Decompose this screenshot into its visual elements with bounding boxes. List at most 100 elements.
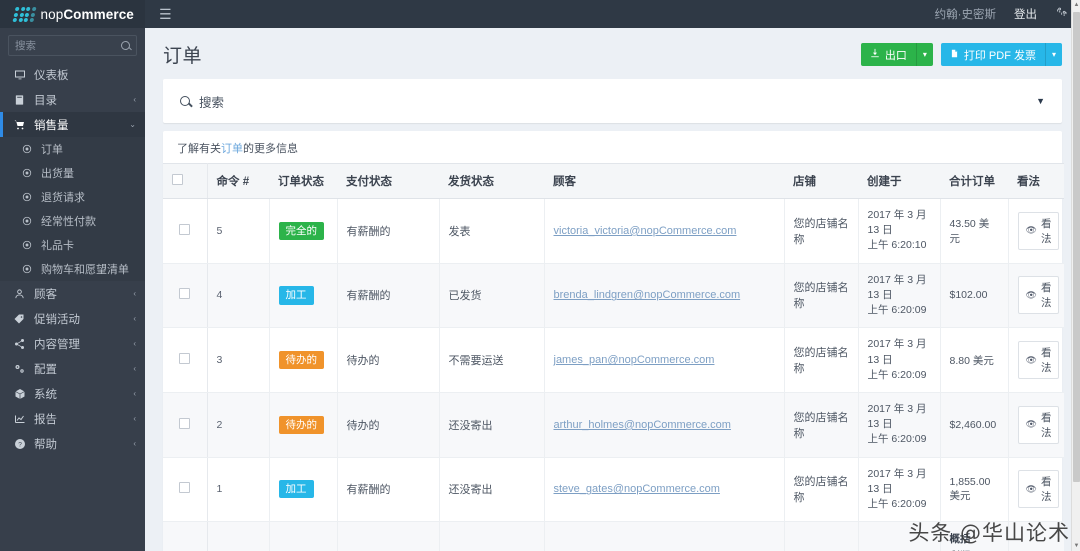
- sidebar-item-system[interactable]: 系统 ‹: [0, 381, 145, 406]
- cell-order-status: 待办的: [269, 327, 338, 393]
- search-panel-label: 搜索: [199, 95, 225, 110]
- view-order-button[interactable]: 👁 看法: [1017, 276, 1060, 315]
- sidebar-item-sales[interactable]: 销售量 ⌄: [0, 112, 145, 137]
- page-scrollbar[interactable]: ▲ ▼: [1071, 0, 1080, 551]
- cell-store: 您的店铺名称: [784, 457, 859, 523]
- sidebar-item-label: 经常性付款: [41, 216, 96, 228]
- status-badge: 待办的: [278, 415, 324, 434]
- sidebar-item-return-requests[interactable]: 退货请求: [0, 185, 145, 209]
- scroll-up-arrow[interactable]: ▲: [1073, 2, 1080, 8]
- row-checkbox[interactable]: [179, 353, 191, 365]
- row-checkbox[interactable]: [179, 417, 191, 429]
- view-button-label: 看法: [1040, 411, 1052, 439]
- cell-shipping-status: 已发货: [439, 263, 545, 329]
- sidebar-item-recurring-payments[interactable]: 经常性付款: [0, 209, 145, 233]
- sidebar-search-box[interactable]: [8, 35, 137, 56]
- circle-dot-icon: [20, 264, 33, 274]
- page-toolbar: 出口 ▾ 打印 PDF 发票 ▾: [860, 43, 1062, 66]
- customer-email-link[interactable]: steve_gates@nopCommerce.com: [554, 483, 720, 495]
- col-order-total[interactable]: 合计订单: [940, 163, 1008, 199]
- cell-order-no: 4: [207, 263, 270, 329]
- scroll-down-arrow[interactable]: ▼: [1073, 543, 1080, 549]
- circle-dot-icon: [20, 144, 33, 154]
- export-dropdown-caret[interactable]: ▾: [915, 43, 933, 66]
- sidebar-item-content-management[interactable]: 内容管理 ‹: [0, 331, 145, 356]
- sidebar-item-dashboard[interactable]: 仪表板: [0, 62, 145, 87]
- table-row[interactable]: 1 加工 有薪酬的 还没寄出 steve_gates@nopCommerce.com 您的…: [163, 457, 1064, 523]
- sidebar-item-label: 促销活动: [34, 313, 80, 326]
- row-checkbox[interactable]: [179, 223, 191, 235]
- export-button-label: 出口: [884, 49, 907, 62]
- eye-icon: 👁: [1025, 225, 1037, 236]
- print-pdf-invoice-label: 打印 PDF 发票: [963, 49, 1036, 62]
- table-row[interactable]: 4 加工 有薪酬的 已发货 brenda_lindgren@nopCommerce.co…: [163, 263, 1064, 329]
- view-order-button[interactable]: 👁 看法: [1017, 405, 1060, 444]
- customer-email-link[interactable]: arthur_holmes@nopCommerce.com: [554, 419, 731, 431]
- chevron-left-icon: ‹: [133, 95, 136, 104]
- sidebar-item-configuration[interactable]: 配置 ‹: [0, 356, 145, 381]
- sidebar-item-catalog[interactable]: 目录 ‹: [0, 87, 145, 112]
- status-badge: 加工: [278, 480, 314, 499]
- view-order-button[interactable]: 👁 看法: [1017, 341, 1060, 380]
- cell-store: 您的店铺名称: [784, 263, 859, 329]
- chevron-left-icon: ‹: [133, 389, 136, 398]
- table-row[interactable]: 2 待办的 待办的 还没寄出 arthur_holmes@nopCommerce.com…: [163, 392, 1064, 458]
- row-checkbox[interactable]: [179, 482, 191, 494]
- col-order-no[interactable]: 命令 #: [207, 163, 269, 199]
- col-customer[interactable]: 顾客: [544, 163, 784, 199]
- print-pdf-invoice-button[interactable]: 打印 PDF 发票: [940, 43, 1045, 66]
- table-row[interactable]: 5 完全的 有薪酬的 发表 victoria_victoria@nopCommerce.…: [163, 198, 1064, 264]
- summary-row: 概括利润$4,469.30运费$0.00税$0.00总计4,469.30美元: [163, 521, 1064, 551]
- sidebar-item-label: 配置: [34, 363, 57, 376]
- sidebar: 仪表板 目录 ‹ 销售量 ⌄: [0, 28, 145, 551]
- logout-link[interactable]: 登出: [1014, 6, 1037, 22]
- brand-logo[interactable]: nopCommerce: [0, 0, 145, 28]
- sidebar-item-promotions[interactable]: 促销活动 ‹: [0, 306, 145, 331]
- summary-blank-9: [1008, 521, 1064, 551]
- chevron-down-icon[interactable]: ▼: [1036, 96, 1045, 106]
- eye-icon: 👁: [1025, 419, 1037, 430]
- sidebar-search-input[interactable]: [15, 39, 115, 52]
- col-shipping-status[interactable]: 发货状态: [439, 163, 544, 199]
- col-order-status[interactable]: 订单状态: [269, 163, 337, 199]
- col-payment-status[interactable]: 支付状态: [337, 163, 439, 199]
- cell-payment-status: 有薪酬的: [337, 198, 440, 264]
- sidebar-item-orders[interactable]: 订单: [0, 137, 145, 161]
- sidebar-item-gift-cards[interactable]: 礼品卡: [0, 233, 145, 257]
- cell-payment-status: 有薪酬的: [337, 457, 440, 523]
- view-order-button[interactable]: 👁 看法: [1017, 211, 1060, 250]
- customer-email-link[interactable]: james_pan@nopCommerce.com: [554, 354, 715, 366]
- sidebar-item-help[interactable]: ? 帮助 ‹: [0, 431, 145, 456]
- search-panel[interactable]: 搜索 ▼: [163, 79, 1062, 123]
- export-button[interactable]: 出口: [860, 43, 916, 66]
- view-order-button[interactable]: 👁 看法: [1017, 470, 1060, 509]
- row-select-cell: [163, 457, 208, 523]
- row-checkbox[interactable]: [179, 288, 191, 300]
- summary-blank-2: [207, 521, 270, 551]
- hamburger-icon[interactable]: ☰: [159, 7, 172, 21]
- view-button-label: 看法: [1040, 347, 1052, 375]
- scroll-thumb[interactable]: [1073, 12, 1080, 482]
- customer-email-link[interactable]: brenda_lindgren@nopCommerce.com: [554, 289, 741, 301]
- sidebar-item-reports[interactable]: 报告 ‹: [0, 406, 145, 431]
- eye-icon: 👁: [1025, 483, 1037, 494]
- col-store[interactable]: 店铺: [784, 163, 858, 199]
- cell-order-no: 1: [207, 457, 270, 523]
- gear-icon[interactable]: [1055, 6, 1068, 22]
- table-row[interactable]: 3 待办的 待办的 不需要运送 james_pan@nopCommerce.com 您的店…: [163, 327, 1064, 393]
- info-link[interactable]: 订单: [221, 143, 243, 155]
- sidebar-item-carts-wishlists[interactable]: 购物车和愿望清单: [0, 257, 145, 281]
- col-created-on[interactable]: 创建于: [858, 163, 940, 199]
- sidebar-item-shipments[interactable]: 出货量: [0, 161, 145, 185]
- sidebar-item-customers[interactable]: 顾客 ‹: [0, 281, 145, 306]
- select-all-checkbox[interactable]: [172, 174, 183, 185]
- circle-dot-icon: [20, 240, 33, 250]
- brand-name: nopCommerce: [41, 7, 134, 22]
- top-nav-links: 约翰·史密斯 登出: [935, 6, 1068, 22]
- print-dropdown-caret[interactable]: ▾: [1045, 43, 1062, 66]
- customer-email-link[interactable]: victoria_victoria@nopCommerce.com: [554, 225, 737, 237]
- cell-store: 您的店铺名称: [784, 392, 859, 458]
- cell-shipping-status: 发表: [439, 198, 545, 264]
- sidebar-item-label: 购物车和愿望清单: [41, 264, 129, 276]
- cell-created-on: 2017 年 3 月 13 日上午 6:20:09: [858, 392, 941, 458]
